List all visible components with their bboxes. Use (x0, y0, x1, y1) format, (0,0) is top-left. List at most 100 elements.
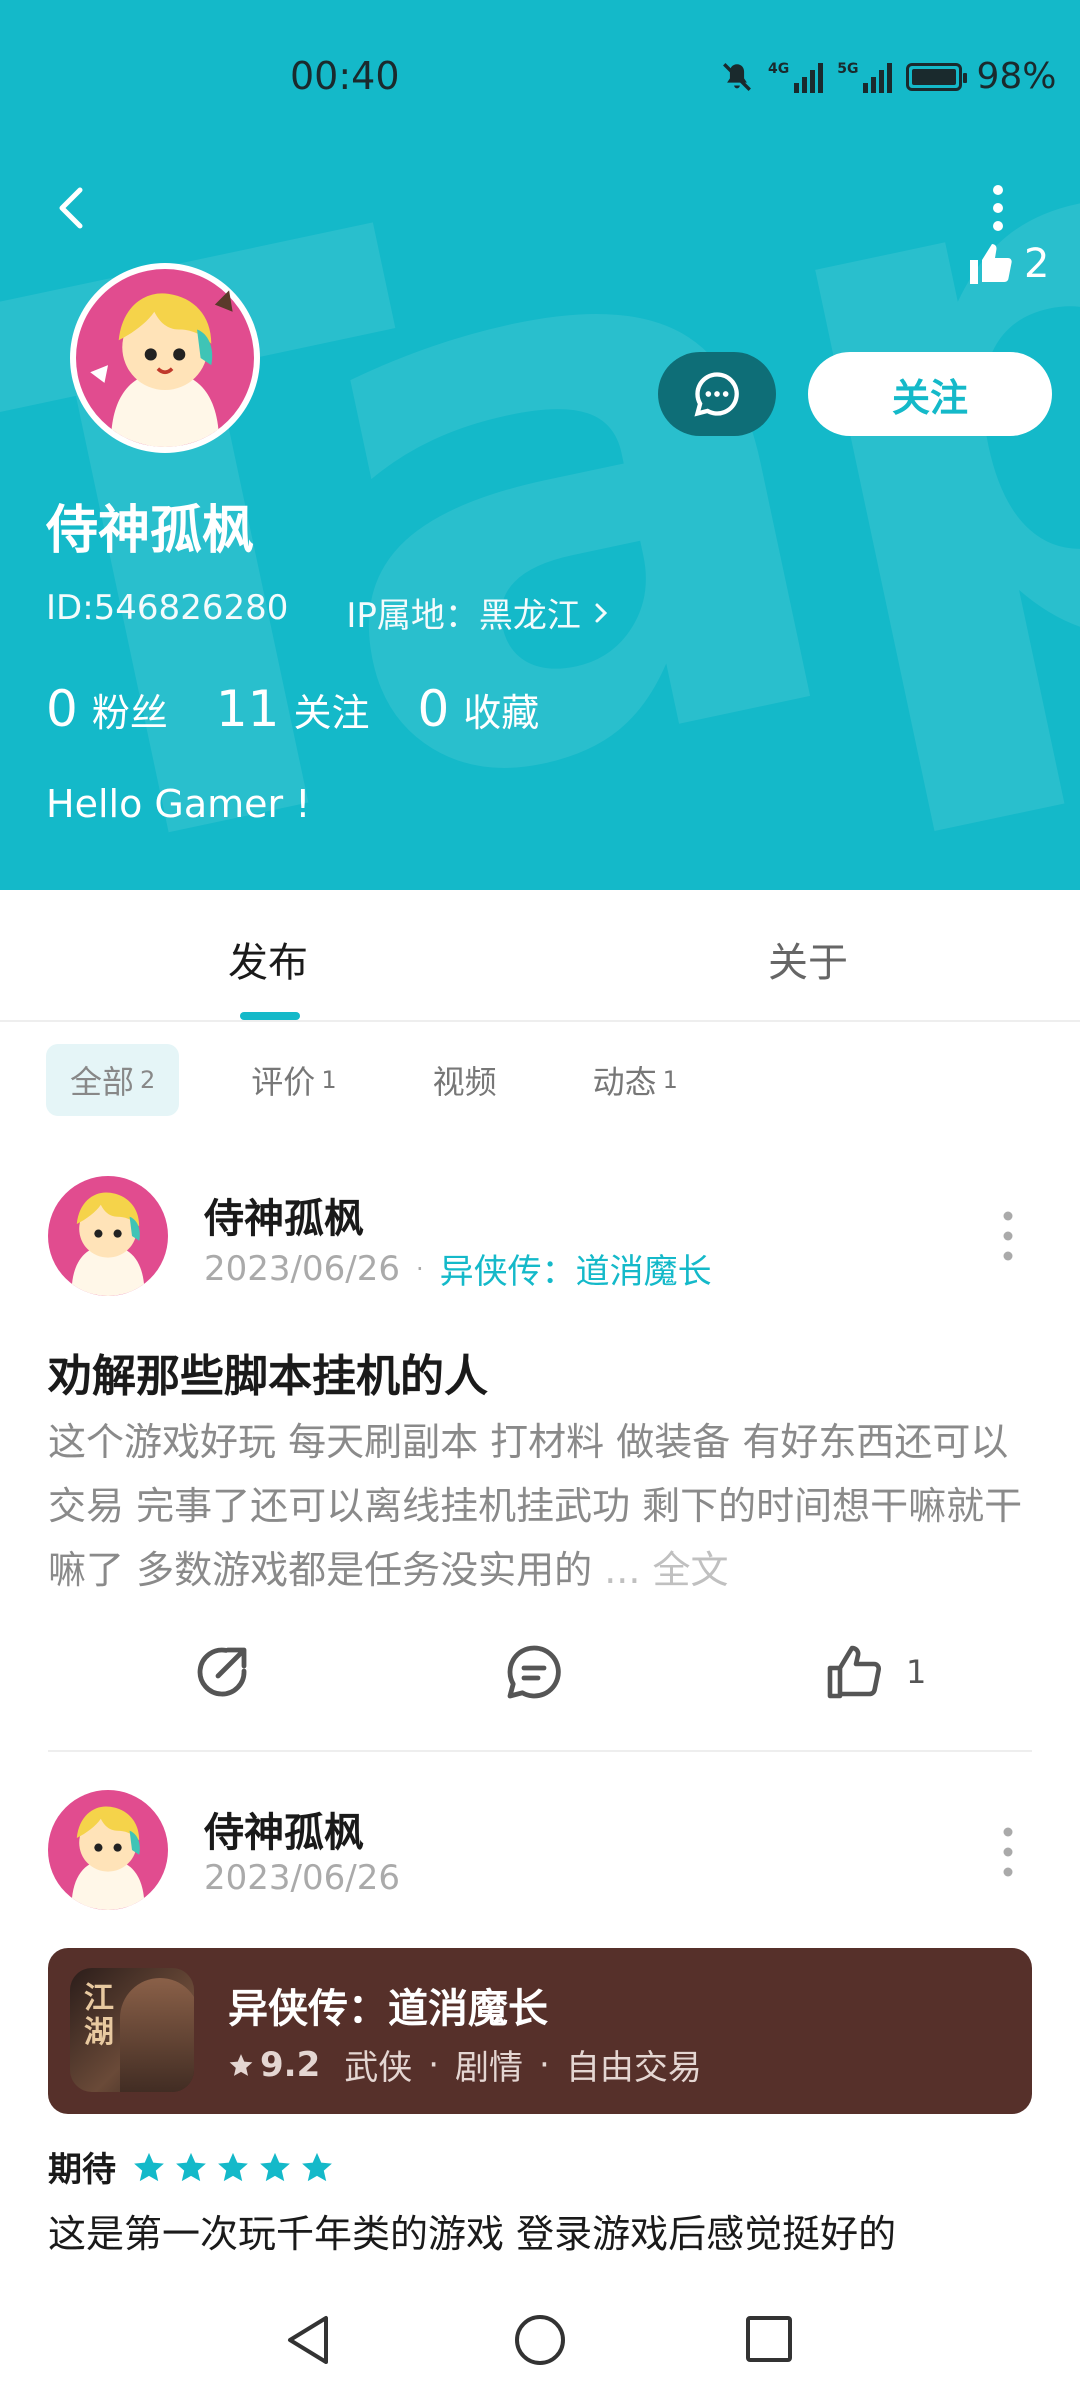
chip-count: 1 (321, 1066, 337, 1094)
post-more-icon[interactable] (1002, 1210, 1014, 1262)
profile-stats: 0 粉丝 11 关注 0 收藏 (46, 680, 539, 738)
rating-value: 9.2 (260, 2044, 321, 2085)
post-divider (48, 1750, 1032, 1752)
star-icon (218, 2152, 248, 2181)
chip-videos[interactable]: 视频 (409, 1044, 521, 1116)
tab-indicator (240, 1012, 300, 1020)
star-icon (134, 2152, 164, 2181)
follow-button[interactable]: 关注 (808, 352, 1052, 436)
chip-reviews[interactable]: 评价 1 (227, 1044, 360, 1116)
post-avatar[interactable] (48, 1176, 168, 1296)
profile-tabs: 发布 关于 (0, 890, 1080, 1022)
thumbs-up-outline-icon (827, 1645, 881, 1699)
post-title[interactable]: 劝解那些脚本挂机的人 (48, 1340, 488, 1404)
post-author[interactable]: 侍神孤枫 (204, 1186, 364, 1244)
game-card[interactable]: 江湖 异侠传：道消魔长 9.2 武侠 · 剧情 · 自由交易 (48, 1948, 1032, 2114)
chip-label: 评价 (251, 1063, 316, 1101)
tag-separator: · (428, 2044, 440, 2085)
tab-about[interactable]: 关于 (768, 930, 848, 988)
stat-favorites[interactable]: 0 收藏 (417, 680, 539, 738)
post-actions: 1 (0, 1630, 1080, 1710)
like-button[interactable]: 1 (822, 1640, 926, 1704)
status-time: 00:40 (290, 54, 400, 98)
post-body[interactable]: 这个游戏好玩 每天刷副本 打材料 做装备 有好东西还可以交易 完事了还可以离线挂… (48, 1410, 1038, 1602)
battery-icon (906, 62, 968, 91)
review-body[interactable]: 这是第一次玩千年类的游戏 登录游戏后感觉挺好的 (48, 2202, 1038, 2266)
game-card-title: 异侠传：道消魔长 (228, 1986, 548, 2032)
chip-label: 全部 (70, 1063, 135, 1101)
nav-recents-icon[interactable] (744, 2314, 794, 2364)
avatar-illustration (48, 1176, 168, 1296)
stat-fans[interactable]: 0 粉丝 (46, 680, 168, 738)
rating: 9.2 (228, 2045, 320, 2085)
post-more-icon[interactable] (1002, 1826, 1014, 1878)
ip-location-text: IP属地：黑龙江 (346, 596, 581, 636)
profile-nickname: 侍神孤枫 (46, 501, 255, 561)
chip-label: 动态 (592, 1063, 657, 1101)
profile-avatar[interactable] (70, 263, 260, 453)
chip-count: 1 (662, 1066, 678, 1094)
chat-bubble-icon (694, 372, 739, 417)
user-id: ID:546826280 (46, 588, 289, 628)
chip-moments[interactable]: 动态 1 (569, 1044, 702, 1116)
share-button[interactable] (190, 1640, 254, 1704)
stat-following[interactable]: 11 关注 (216, 680, 370, 738)
comment-button[interactable] (502, 1640, 566, 1704)
nav-back-icon[interactable] (282, 2312, 334, 2368)
post-author[interactable]: 侍神孤枫 (204, 1800, 364, 1858)
game-tag: 武侠 (344, 2048, 413, 2088)
stat-label: 粉丝 (91, 691, 168, 735)
mute-bell-icon (723, 62, 751, 91)
system-nav-bar (0, 2280, 1080, 2400)
post-avatar[interactable] (48, 1790, 168, 1910)
status-icons: 4G 5G 98% (720, 56, 1056, 97)
rating-row: 期待 (48, 2142, 334, 2191)
profile-bio: Hello Gamer ! (46, 782, 311, 826)
stat-number: 0 (46, 680, 78, 738)
stat-number: 0 (417, 680, 450, 738)
game-tag: 自由交易 (565, 2048, 702, 2088)
post-game-link[interactable]: 异侠传：道消魔长 (440, 1244, 712, 1293)
share-icon (197, 1647, 247, 1697)
thumbs-up-icon (970, 244, 1012, 284)
post-date: 2023/06/26 (204, 1248, 400, 1289)
stat-label: 收藏 (463, 691, 540, 735)
nav-home-icon[interactable] (512, 2312, 568, 2368)
read-more-link[interactable]: 全文 (653, 1548, 729, 1592)
likes-count: 2 (1024, 241, 1050, 287)
post-body-text: 这个游戏好玩 每天刷副本 打材料 做装备 有好东西还可以交易 完事了还可以离线挂… (48, 1420, 1023, 1592)
meta-separator: · (415, 1254, 424, 1283)
game-card-meta: 9.2 武侠 · 剧情 · 自由交易 (228, 2040, 702, 2089)
more-vertical-icon[interactable] (978, 182, 1018, 234)
game-icon-figure (120, 1978, 194, 2092)
stat-label: 关注 (293, 691, 370, 735)
signal-4g-icon: 4G (768, 61, 824, 93)
chevron-right-icon (595, 603, 608, 622)
tag-separator: · (539, 2044, 550, 2085)
signal-5g-icon: 5G (837, 61, 893, 93)
ip-location[interactable]: IP属地：黑龙江 (346, 588, 611, 637)
back-icon[interactable] (44, 180, 100, 236)
post-meta: 2023/06/26 · 异侠传：道消魔长 (204, 1244, 712, 1293)
star-icon (302, 2152, 332, 2181)
like-count: 1 (906, 1653, 927, 1691)
message-button[interactable] (658, 352, 776, 436)
game-icon: 江湖 (70, 1968, 194, 2092)
tab-publish[interactable]: 发布 (228, 930, 308, 988)
star-icon (176, 2152, 206, 2181)
game-tag: 剧情 (455, 2048, 524, 2088)
chip-all[interactable]: 全部 2 (46, 1044, 180, 1116)
post-date: 2023/06/26 (204, 1858, 400, 1898)
comment-icon (507, 1645, 561, 1699)
rating-label: 期待 (48, 2150, 116, 2190)
stat-number: 11 (215, 680, 280, 738)
game-icon-text: 江湖 (84, 1981, 114, 2050)
battery-percent: 98% (976, 56, 1057, 97)
star-icon (260, 2152, 290, 2181)
star-rating (132, 2150, 334, 2184)
star-icon (229, 2053, 253, 2076)
avatar-illustration (76, 269, 254, 447)
avatar-illustration (48, 1790, 168, 1910)
profile-id-line: ID:546826280 IP属地：黑龙江 (46, 588, 611, 637)
profile-likes[interactable]: 2 (966, 240, 1049, 288)
